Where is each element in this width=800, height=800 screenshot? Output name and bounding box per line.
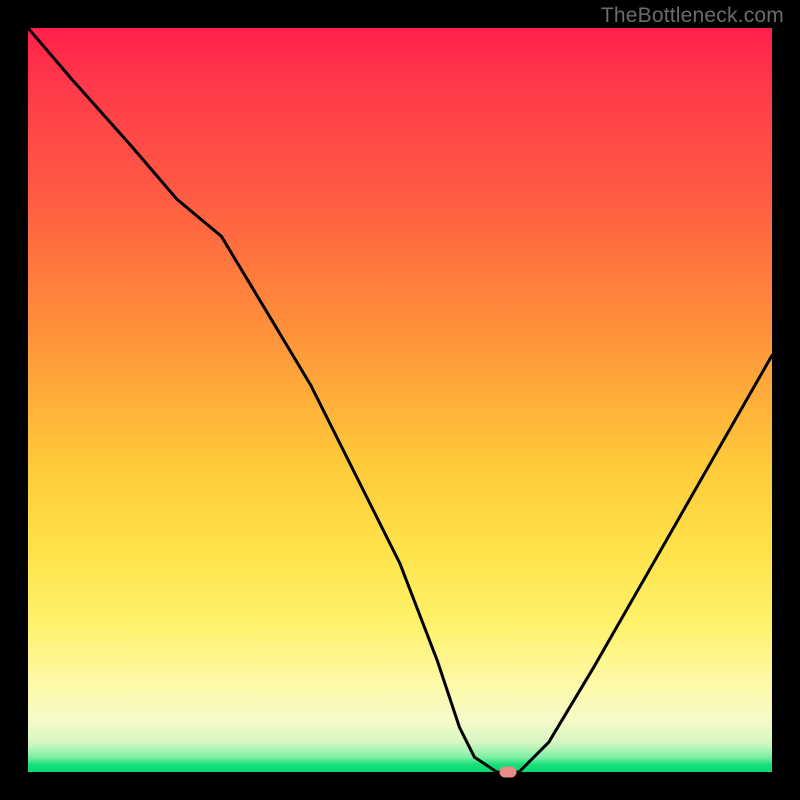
optimal-marker [499, 767, 516, 778]
watermark-text: TheBottleneck.com [601, 4, 784, 28]
plot-area [28, 28, 772, 772]
bottleneck-curve [28, 28, 772, 772]
chart-frame: TheBottleneck.com [0, 0, 800, 800]
